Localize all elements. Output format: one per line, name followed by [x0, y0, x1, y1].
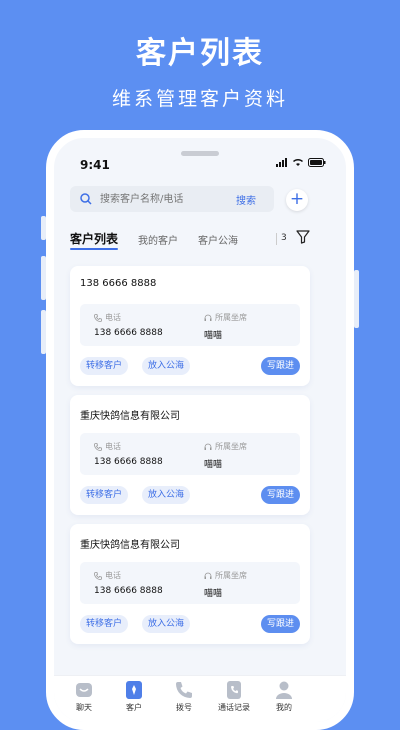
search-button[interactable]: 搜索 — [236, 192, 256, 207]
status-time: 9:41 — [80, 158, 110, 172]
search-icon — [80, 193, 92, 205]
nav-me[interactable]: 我的 — [259, 680, 309, 713]
move-to-pool-button[interactable]: 放入公海 — [142, 486, 191, 504]
headset-icon — [204, 314, 212, 321]
nav-call-log[interactable]: 通话记录 — [209, 680, 259, 713]
phone-icon — [94, 571, 102, 580]
phone-icon — [94, 313, 102, 322]
seat-label-text: 所属坐席 — [215, 442, 247, 451]
wifi-icon — [292, 159, 304, 166]
search-input[interactable] — [98, 192, 232, 206]
hero-subtitle: 维系管理客户资料 — [111, 88, 288, 110]
customer-info-panel: 电话 所属坐席 138 6666 8888 喵喵 — [80, 304, 300, 346]
move-to-pool-button[interactable]: 放入公海 — [142, 357, 191, 375]
search-bar: 搜索 — [70, 186, 274, 212]
customer-card[interactable]: 重庆快鸽信息有限公司 电话 所属坐席 138 6666 8888 喵喵 转移客户… — [70, 524, 310, 644]
speaker-notch — [181, 151, 219, 156]
tab-divider — [276, 233, 277, 245]
nav-customers[interactable]: 客户 — [109, 680, 159, 713]
customer-name: 重庆快鸽信息有限公司 — [80, 540, 180, 551]
phone-label: 电话 — [94, 441, 121, 452]
seat-label: 所属坐席 — [204, 570, 247, 581]
tab-count-badge: 3 — [281, 233, 287, 243]
write-followup-button[interactable]: 写跟进 — [260, 486, 300, 504]
hero-title: 客户列表 — [136, 36, 264, 71]
add-customer-button[interactable]: + — [286, 189, 308, 211]
headset-icon — [204, 572, 212, 579]
phone-label: 电话 — [94, 570, 121, 581]
phone-label-text: 电话 — [105, 442, 121, 451]
seat-value: 喵喵 — [204, 460, 223, 470]
transfer-customer-button[interactable]: 转移客户 — [80, 615, 129, 633]
phone-label-text: 电话 — [105, 571, 121, 580]
phone-value: 138 6666 8888 — [94, 328, 163, 338]
move-to-pool-button[interactable]: 放入公海 — [142, 615, 191, 633]
seat-label: 所属坐席 — [204, 312, 247, 323]
customer-card[interactable]: 重庆快鸽信息有限公司 电话 所属坐席 138 6666 8888 喵喵 转移客户… — [70, 395, 310, 515]
filter-icon[interactable] — [296, 230, 310, 244]
tab-bar: 客户列表 我的客户 客户公海 — [70, 230, 258, 250]
tab-customer-list[interactable]: 客户列表 — [70, 230, 119, 250]
signal-icon — [276, 158, 287, 167]
phone-value: 138 6666 8888 — [94, 586, 163, 596]
headset-icon — [204, 443, 212, 450]
phone-screen: 9:41 搜索 + 客户列表 我的客户 客户公海 3 138 6666 8888… — [46, 130, 354, 730]
seat-label-text: 所属坐席 — [215, 571, 247, 580]
seat-value: 喵喵 — [204, 589, 223, 599]
seat-value: 喵喵 — [204, 331, 223, 341]
customer-name: 138 6666 8888 — [80, 278, 157, 289]
customer-icon — [126, 681, 142, 699]
customer-card[interactable]: 138 6666 8888 电话 所属坐席 138 6666 8888 喵喵 转… — [70, 266, 310, 386]
transfer-customer-button[interactable]: 转移客户 — [80, 357, 129, 375]
tab-my-customers[interactable]: 我的客户 — [138, 232, 178, 247]
phone-label: 电话 — [94, 312, 121, 323]
tab-customer-pool[interactable]: 客户公海 — [198, 232, 238, 247]
phone-value: 138 6666 8888 — [94, 457, 163, 467]
nav-chat[interactable]: 聊天 — [59, 680, 109, 713]
phone-label-text: 电话 — [105, 313, 121, 322]
phone-icon — [94, 442, 102, 451]
battery-icon — [308, 158, 326, 167]
nav-dial[interactable]: 拨号 — [159, 680, 209, 713]
call-log-icon — [227, 681, 241, 699]
status-icons — [276, 158, 326, 167]
customer-info-panel: 电话 所属坐席 138 6666 8888 喵喵 — [80, 433, 300, 475]
customer-name: 重庆快鸽信息有限公司 — [80, 411, 180, 422]
bottom-nav-bar: 聊天 客户 拨号 通话记录 我的 — [54, 675, 346, 722]
phone-side-button — [354, 270, 359, 328]
profile-icon — [276, 681, 292, 699]
write-followup-button[interactable]: 写跟进 — [260, 357, 300, 375]
customer-info-panel: 电话 所属坐席 138 6666 8888 喵喵 — [80, 562, 300, 604]
phone-icon — [176, 682, 192, 698]
write-followup-button[interactable]: 写跟进 — [260, 615, 300, 633]
status-bar: 9:41 — [54, 138, 346, 178]
transfer-customer-button[interactable]: 转移客户 — [80, 486, 129, 504]
chat-icon — [76, 683, 92, 697]
seat-label: 所属坐席 — [204, 441, 247, 452]
seat-label-text: 所属坐席 — [215, 313, 247, 322]
